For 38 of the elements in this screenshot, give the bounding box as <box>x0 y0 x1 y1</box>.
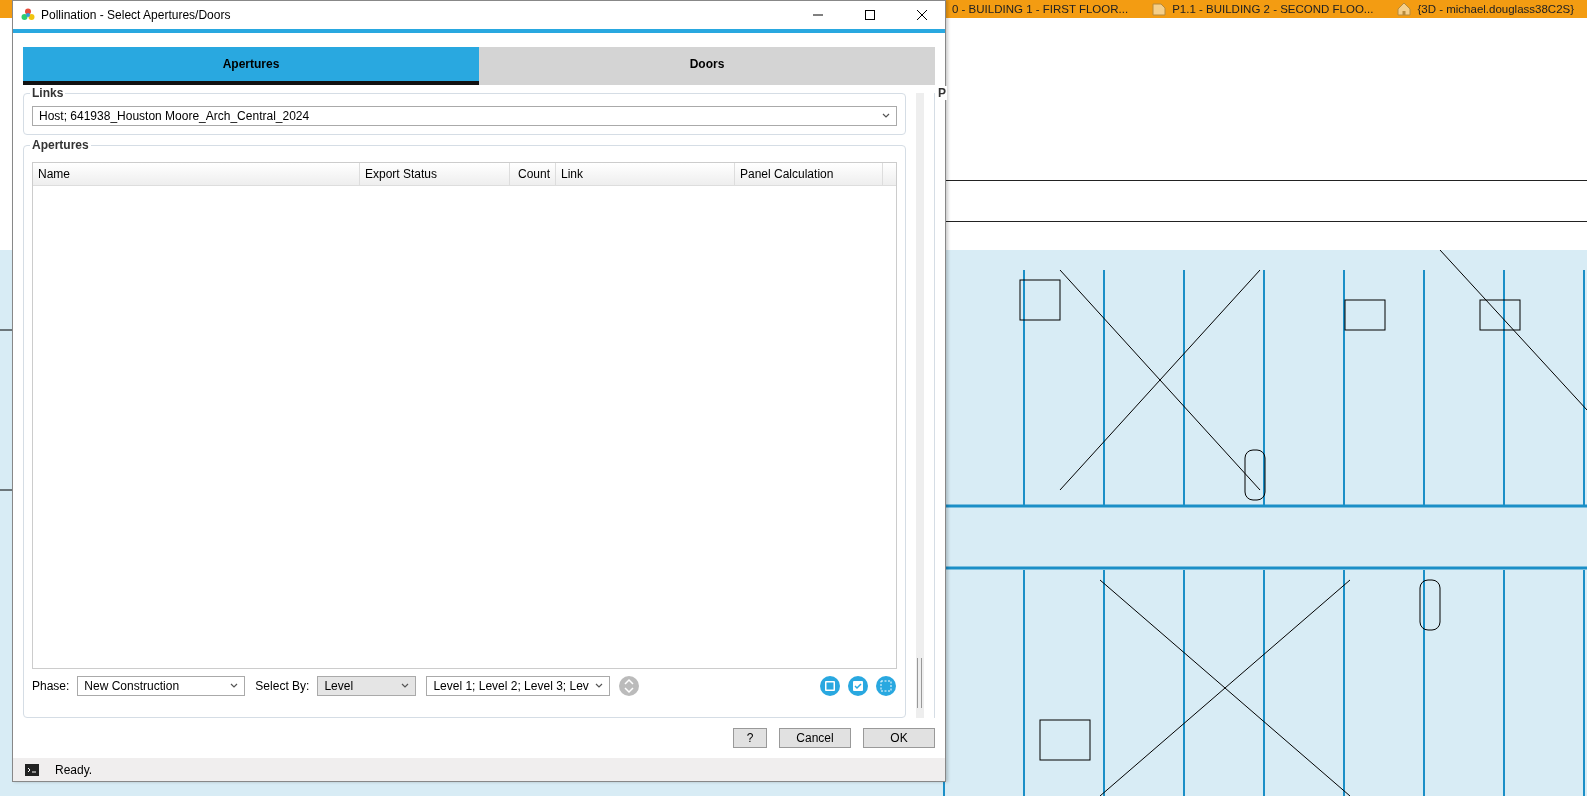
caret-icon <box>230 683 239 689</box>
close-icon[interactable] <box>916 9 928 21</box>
dialog-button[interactable]: OK <box>863 728 935 748</box>
phase-label: Phase: <box>32 679 70 693</box>
column-header[interactable]: Panel Calculation <box>735 163 883 185</box>
up-down-icon[interactable] <box>617 675 640 697</box>
column-header[interactable]: Name <box>33 163 360 185</box>
tab[interactable]: Doors <box>479 47 935 85</box>
checkbox-icon[interactable] <box>847 675 870 697</box>
view-tab-label[interactable]: 0 - BUILDING 1 - FIRST FLOOR... <box>952 3 1129 15</box>
view-tab-label[interactable]: {3D - michael.douglass38C2S} <box>1417 3 1575 15</box>
app-logo-icon <box>21 8 35 22</box>
house-icon <box>1397 2 1412 16</box>
view-tab-label[interactable]: P1.1 - BUILDING 2 - SECOND FLOO... <box>1172 3 1374 15</box>
column-header[interactable]: Export Status <box>360 163 510 185</box>
window-title: Pollination - Select Apertures/Doors <box>41 8 232 22</box>
select-all-icon[interactable] <box>819 675 842 697</box>
dialog-button[interactable]: ? <box>733 728 767 748</box>
levels-dropdown[interactable]: Level 1; Level 2; Level 3; Lev <box>426 676 610 696</box>
caret-icon <box>594 683 603 689</box>
column-header[interactable]: Link <box>556 163 735 185</box>
dialog-button[interactable]: Cancel <box>779 728 851 748</box>
tab[interactable]: Apertures <box>23 47 479 85</box>
selection-box-icon[interactable] <box>875 675 898 697</box>
maximize-icon[interactable] <box>864 9 876 21</box>
caret-icon <box>401 683 410 689</box>
select-by-dropdown[interactable]: Level <box>317 676 417 696</box>
group-title: Links <box>30 86 66 100</box>
group-title: Apertures <box>30 138 91 152</box>
group-title: P <box>937 86 947 100</box>
links-dropdown[interactable]: Host; 641938_Houston Moore_Arch_Central_2024 <box>32 106 898 126</box>
status-text: Ready. <box>55 762 93 777</box>
phase-dropdown[interactable]: New Construction <box>77 676 246 696</box>
console-icon <box>25 763 39 776</box>
column-header[interactable]: Count <box>510 163 556 185</box>
select-by-label: Select By: <box>255 679 310 693</box>
sheet-icon <box>1152 2 1167 16</box>
caret-icon <box>882 113 891 119</box>
